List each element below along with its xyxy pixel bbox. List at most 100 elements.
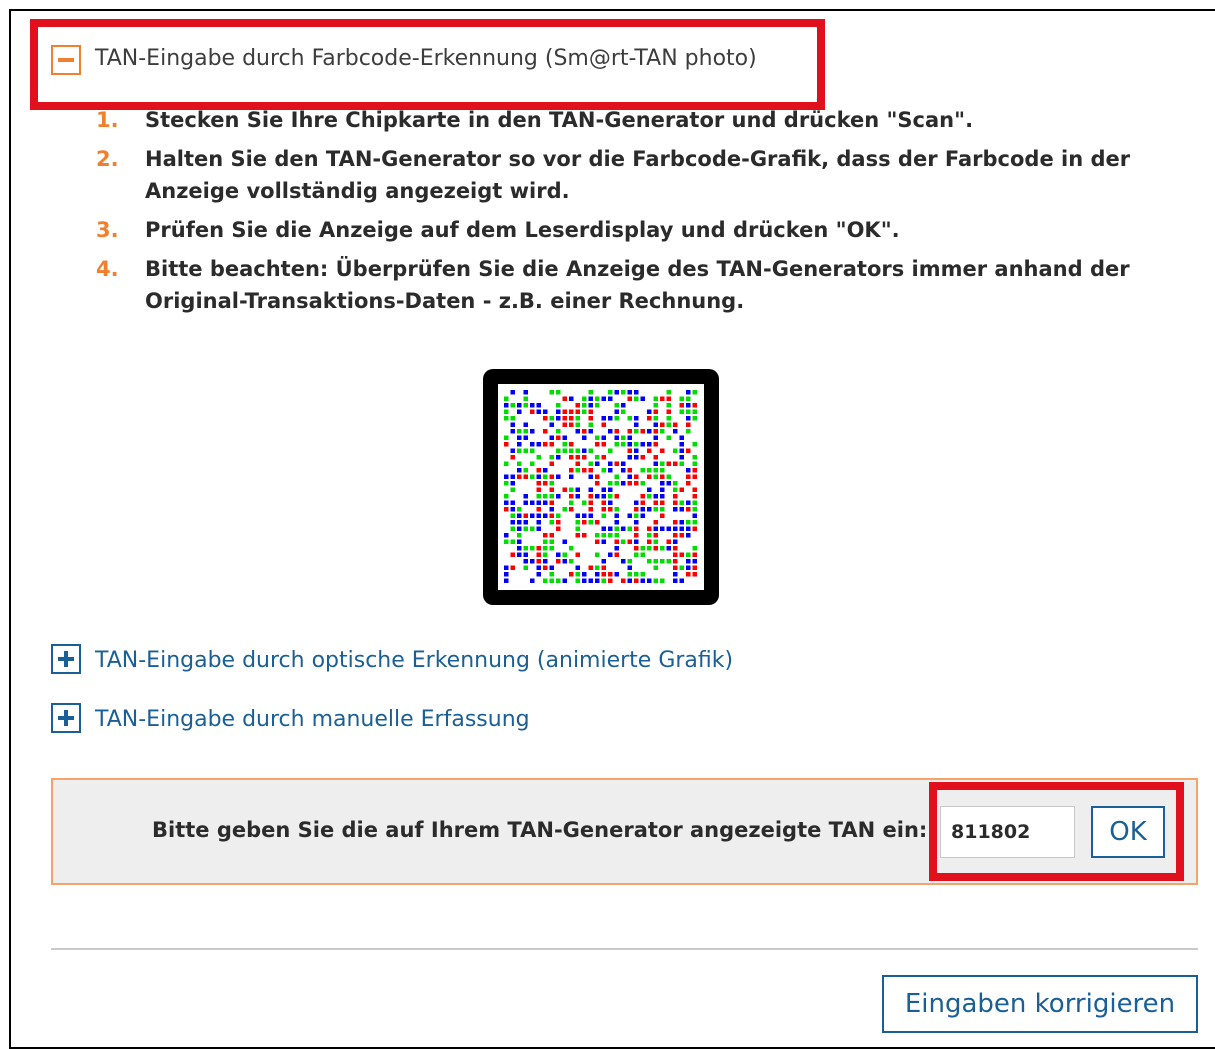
- color-code-dot: [510, 539, 515, 544]
- color-code-dot: [627, 448, 632, 453]
- color-code-dot: [517, 435, 522, 440]
- color-code-dot: [523, 474, 528, 479]
- tan-entry-label: Bitte geben Sie die auf Ihrem TAN-Genera…: [152, 818, 928, 842]
- color-code-dot: [601, 494, 606, 499]
- color-code-dot: [549, 533, 554, 538]
- color-code-dot: [504, 539, 509, 544]
- color-code-dot: [614, 481, 619, 486]
- color-code-dot: [595, 539, 600, 544]
- color-code-dot: [653, 565, 658, 570]
- color-code-dot: [660, 513, 665, 518]
- section-title-farbcode[interactable]: TAN-Eingabe durch Farbcode-Erkennung (Sm…: [95, 46, 757, 71]
- color-code-dot: [621, 461, 626, 466]
- list-item: 2. Halten Sie den TAN-Generator so vor d…: [96, 143, 1156, 207]
- color-code-dot: [686, 403, 691, 408]
- color-code-dot: [536, 507, 541, 512]
- minus-icon[interactable]: [51, 45, 81, 75]
- color-code-dot: [686, 533, 691, 538]
- color-code-dot: [601, 578, 606, 583]
- color-code-dot: [543, 500, 548, 505]
- color-code-dot: [582, 403, 587, 408]
- color-code-dot: [530, 461, 535, 466]
- color-code-dot: [660, 526, 665, 531]
- color-code-dot: [504, 442, 509, 447]
- color-code-dot: [523, 513, 528, 518]
- color-code-dot: [627, 396, 632, 401]
- color-code-dot: [614, 533, 619, 538]
- color-code-dot: [517, 468, 522, 473]
- color-code-dot: [608, 552, 613, 557]
- color-code-dot: [562, 442, 567, 447]
- color-code-dot: [673, 500, 678, 505]
- correct-inputs-button[interactable]: Eingaben korrigieren: [882, 975, 1198, 1033]
- color-code-dot: [549, 435, 554, 440]
- color-code-dot: [582, 500, 587, 505]
- color-code-dot: [536, 487, 541, 492]
- color-code-dot: [575, 455, 580, 460]
- section-link-optische-erkennung[interactable]: TAN-Eingabe durch optische Erkennung (an…: [95, 648, 733, 673]
- color-code-dot: [653, 442, 658, 447]
- color-code-dot: [556, 520, 561, 525]
- color-code-dot: [647, 442, 652, 447]
- color-code-dot: [510, 481, 515, 486]
- color-code-dot: [614, 442, 619, 447]
- color-code-dot: [549, 442, 554, 447]
- color-code-dot: [543, 429, 548, 434]
- color-code-dot: [679, 533, 684, 538]
- color-code-dot: [653, 455, 658, 460]
- color-code-dot: [601, 500, 606, 505]
- color-code-dot: [582, 513, 587, 518]
- color-code-dot: [692, 565, 697, 570]
- color-code-dot: [562, 559, 567, 564]
- color-code-dot: [686, 572, 691, 577]
- color-code-dot: [692, 455, 697, 460]
- color-code-dot: [634, 500, 639, 505]
- color-code-dot: [530, 513, 535, 518]
- color-code-dot: [549, 520, 554, 525]
- color-code-dot: [666, 539, 671, 544]
- color-code-dot: [634, 442, 639, 447]
- color-code-dot: [504, 572, 509, 577]
- color-code-dot: [510, 500, 515, 505]
- color-code-dot: [666, 409, 671, 414]
- color-code-dot: [523, 403, 528, 408]
- color-code-dot: [595, 565, 600, 570]
- color-code-dot: [569, 559, 574, 564]
- color-code-dot: [549, 416, 554, 421]
- color-code-dot: [673, 578, 678, 583]
- color-code-dot: [588, 513, 593, 518]
- color-code-dot: [660, 578, 665, 583]
- color-code-dot: [634, 546, 639, 551]
- color-code-dot: [530, 578, 535, 583]
- color-code-dot: [543, 442, 548, 447]
- plus-icon[interactable]: [51, 644, 81, 674]
- color-code-dot: [692, 520, 697, 525]
- color-code-dot: [679, 520, 684, 525]
- color-code-dot: [549, 481, 554, 486]
- color-code-dot: [588, 422, 593, 427]
- color-code-dot: [575, 468, 580, 473]
- color-code-dot: [686, 481, 691, 486]
- color-code-dot: [504, 435, 509, 440]
- color-code-dot: [673, 520, 678, 525]
- color-code-dot: [569, 572, 574, 577]
- color-code-dot: [601, 526, 606, 531]
- color-code-dot: [634, 396, 639, 401]
- color-code-dot: [640, 546, 645, 551]
- color-code-dot: [569, 422, 574, 427]
- color-code-dot: [634, 533, 639, 538]
- color-code-dot: [530, 448, 535, 453]
- color-code-dot: [556, 416, 561, 421]
- color-code-dot: [660, 487, 665, 492]
- plus-icon[interactable]: [51, 703, 81, 733]
- color-code-dot: [536, 442, 541, 447]
- section-link-manuelle-erfassung[interactable]: TAN-Eingabe durch manuelle Erfassung: [95, 707, 530, 732]
- color-code-dot: [510, 403, 515, 408]
- color-code-dot: [595, 520, 600, 525]
- color-code-dot: [536, 552, 541, 557]
- color-code-dot: [504, 403, 509, 408]
- color-code-dot: [640, 396, 645, 401]
- color-code-dot: [530, 429, 535, 434]
- color-code-dot: [510, 448, 515, 453]
- color-code-dot: [634, 448, 639, 453]
